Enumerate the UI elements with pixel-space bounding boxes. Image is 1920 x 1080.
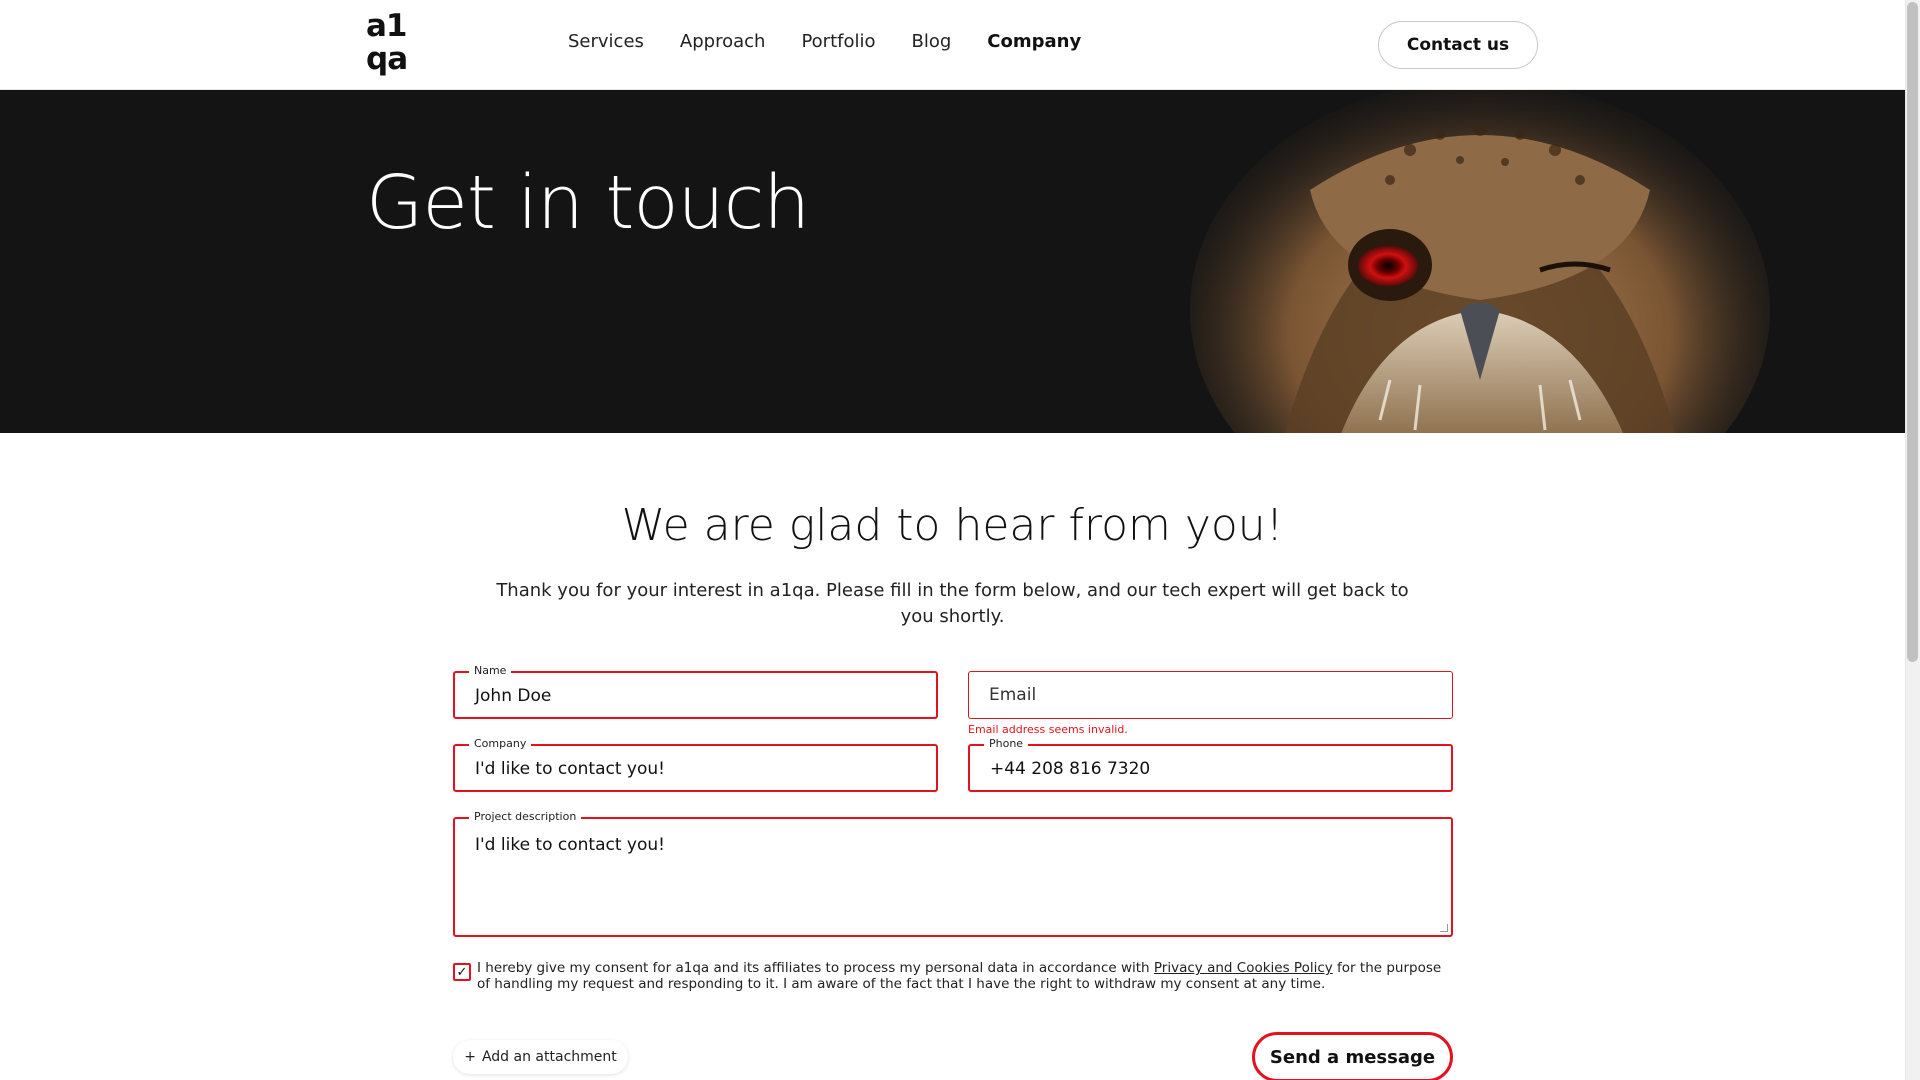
email-error: Email address seems invalid. <box>968 723 1128 736</box>
logo-line-1: a1 <box>366 8 408 44</box>
name-field[interactable]: Name John Doe <box>453 664 938 719</box>
name-value: John Doe <box>475 686 552 706</box>
a1qa-logo[interactable]: a1 qa <box>366 10 414 80</box>
send-message-button[interactable]: Send a message <box>1252 1032 1453 1080</box>
site-header: a1 qa Services Approach Portfolio Blog C… <box>0 0 1905 90</box>
intro-text: Thank you for your interest in a1qa. Ple… <box>496 580 1409 627</box>
email-placeholder: Email <box>989 685 1037 705</box>
nav-services[interactable]: Services <box>568 31 644 52</box>
add-attachment-label: Add an attachment <box>481 1049 617 1065</box>
check-icon: ✓ <box>456 964 468 980</box>
resize-handle[interactable] <box>1440 924 1448 932</box>
consent-text: I hereby give my consent for a1qa and it… <box>477 960 1452 992</box>
scrollbar-thumb[interactable] <box>1907 2 1918 662</box>
company-field[interactable]: Company I'd like to contact you! <box>453 737 938 792</box>
logo-line-2: qa <box>366 41 408 77</box>
email-field[interactable]: Email <box>968 671 1453 719</box>
hero-title: Get in touch <box>366 160 810 246</box>
project-description-field[interactable]: Project description I'd like to contact … <box>453 810 1453 937</box>
nav-company[interactable]: Company <box>987 31 1081 52</box>
nav-approach[interactable]: Approach <box>680 31 766 52</box>
company-label: Company <box>469 737 532 750</box>
name-label: Name <box>469 664 512 677</box>
phone-field[interactable]: Phone +44 208 816 7320 <box>968 737 1453 792</box>
page-scrollbar[interactable] <box>1905 0 1920 1080</box>
project-description-label: Project description <box>469 810 582 823</box>
phone-label: Phone <box>984 737 1029 750</box>
contact-us-button[interactable]: Contact us <box>1378 21 1538 69</box>
section-title: We are glad to hear from you! <box>621 500 1284 551</box>
company-value: I'd like to contact you! <box>475 759 665 779</box>
phone-value: +44 208 816 7320 <box>990 759 1151 779</box>
nav-blog[interactable]: Blog <box>912 31 952 52</box>
consent-text-before: I hereby give my consent for a1qa and it… <box>477 960 1154 976</box>
nav-portfolio[interactable]: Portfolio <box>801 31 875 52</box>
plus-icon: + <box>464 1049 476 1065</box>
privacy-policy-link[interactable]: Privacy and Cookies Policy <box>1154 960 1333 976</box>
hero-banner: Get in touch <box>0 90 1905 433</box>
consent-checkbox[interactable]: ✓ <box>453 963 471 981</box>
add-attachment-button[interactable]: + Add an attachment <box>453 1040 628 1074</box>
owl-image <box>1190 90 1770 433</box>
main-nav: Services Approach Portfolio Blog Company <box>568 31 1081 52</box>
project-description-value: I'd like to contact you! <box>475 835 665 855</box>
